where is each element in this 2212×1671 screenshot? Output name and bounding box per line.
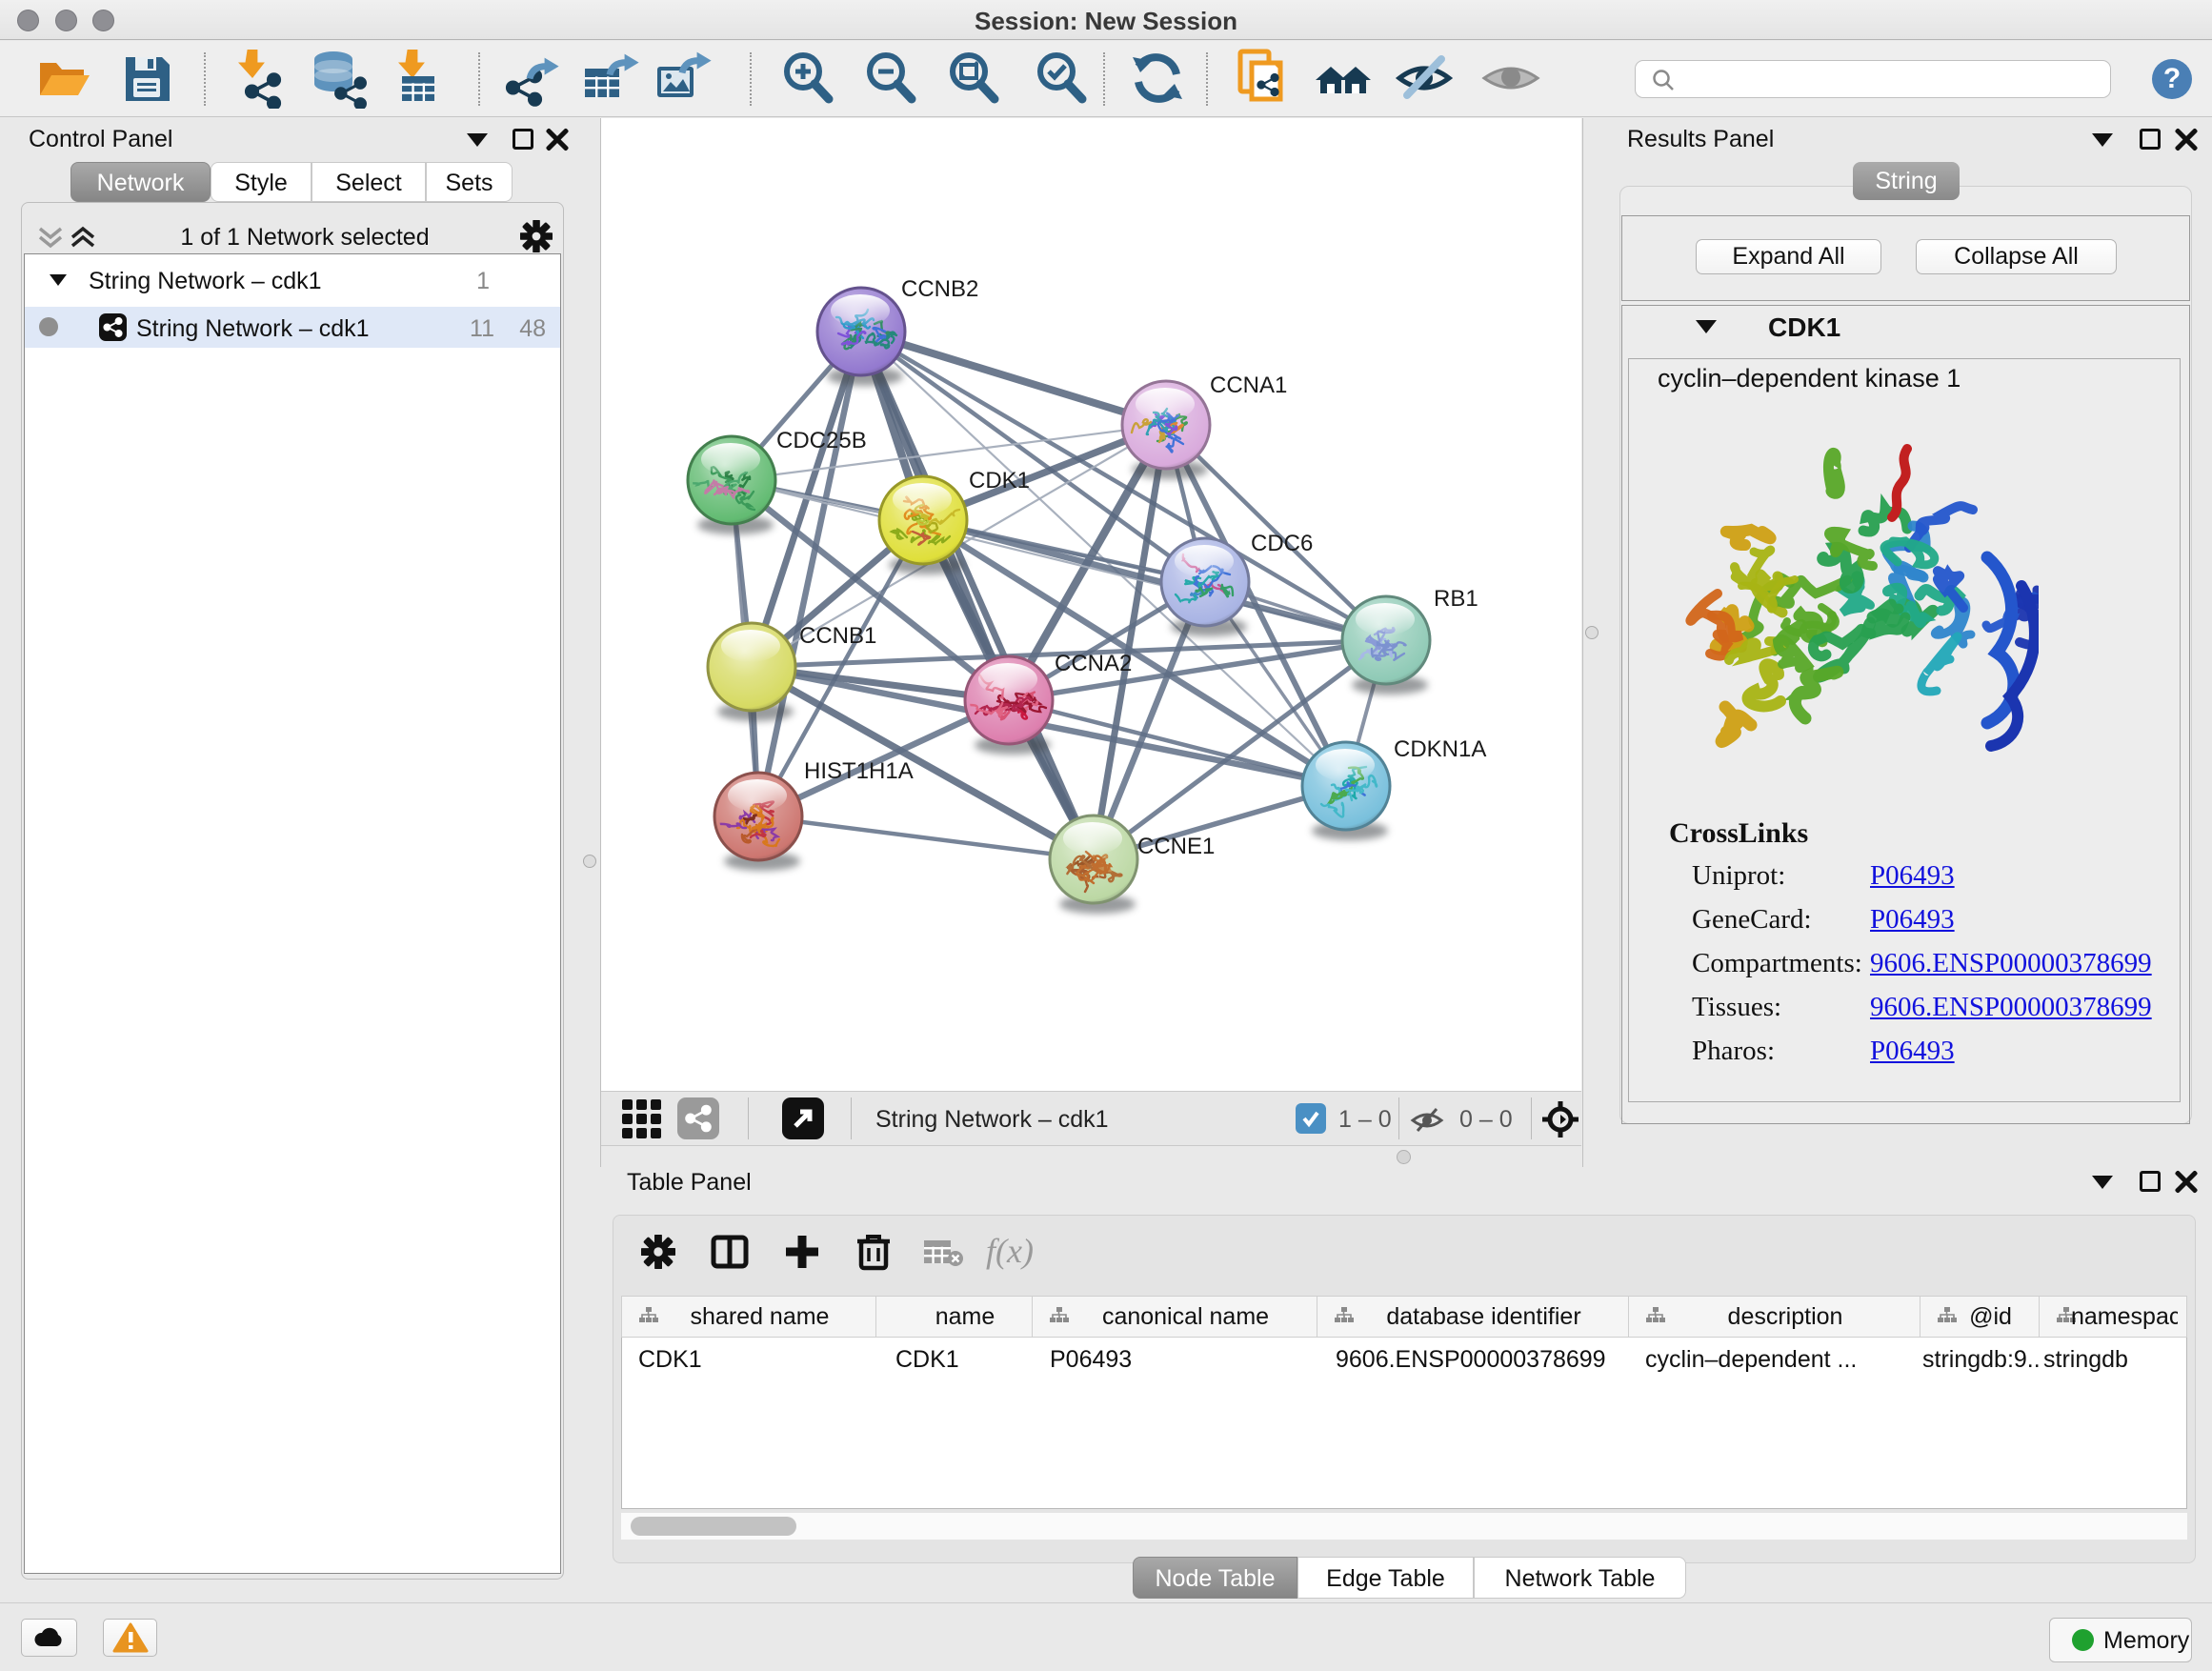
svg-text:CCNA1: CCNA1 <box>1210 372 1287 398</box>
svg-text:RB1: RB1 <box>1434 586 1478 612</box>
svg-text:CCNB1: CCNB1 <box>799 623 876 649</box>
svg-text:CCNE1: CCNE1 <box>1137 834 1215 859</box>
svg-text:CCNB2: CCNB2 <box>901 276 978 302</box>
svg-text:CCNA2: CCNA2 <box>1055 651 1132 676</box>
svg-text:HIST1H1A: HIST1H1A <box>804 758 914 784</box>
svg-text:CDC25B: CDC25B <box>776 428 867 453</box>
svg-text:CDC6: CDC6 <box>1251 531 1313 556</box>
svg-text:CDK1: CDK1 <box>969 468 1030 493</box>
svg-text:CDKN1A: CDKN1A <box>1394 736 1486 762</box>
